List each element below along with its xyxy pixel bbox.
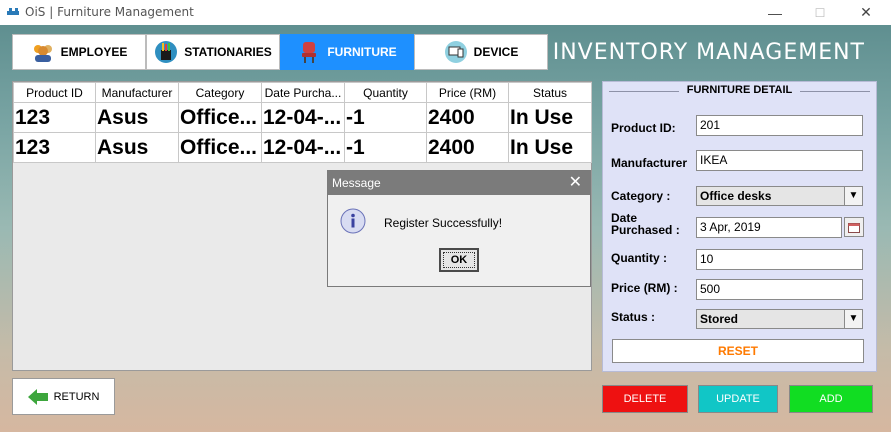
category-select[interactable]: Office desks ▼ [696, 186, 863, 206]
table-row[interactable]: 123 Asus Office... 12-04-... -1 2400 In … [13, 132, 592, 163]
table-cell[interactable]: In Use [508, 132, 592, 163]
table-cell[interactable]: In Use [508, 102, 592, 133]
return-button[interactable]: RETURN [12, 378, 115, 415]
table-header-row: Product ID Manufacturer Category Date Pu… [13, 82, 592, 103]
quantity-label: Quantity : [611, 251, 667, 265]
app-icon [7, 8, 19, 15]
minimize-button[interactable]: — [752, 0, 798, 25]
column-header[interactable]: Product ID [13, 82, 96, 103]
furniture-icon [302, 42, 317, 63]
tab-furniture-label: FURNITURE [327, 45, 397, 59]
category-value: Office desks [700, 189, 772, 203]
column-header[interactable]: Quantity [344, 82, 427, 103]
table-cell[interactable]: Office... [178, 102, 262, 133]
status-select[interactable]: Stored ▼ [696, 309, 863, 329]
employee-icon [33, 45, 52, 62]
table-cell[interactable]: 2400 [426, 132, 509, 163]
window-title: OiS | Furniture Management [25, 5, 194, 19]
table-cell[interactable]: Asus [95, 102, 179, 133]
back-arrow-icon [27, 388, 48, 405]
chevron-down-icon[interactable]: ▼ [844, 187, 862, 205]
dialog-title: Message [332, 176, 381, 190]
add-button[interactable]: ADD [789, 385, 873, 413]
table-cell[interactable]: 12-04-... [261, 132, 345, 163]
return-label: RETURN [53, 390, 100, 403]
update-button[interactable]: UPDATE [698, 385, 778, 413]
tab-furniture[interactable]: FURNITURE [280, 34, 414, 70]
table-cell[interactable]: Asus [95, 132, 179, 163]
dialog-title-bar: Message ✕ [328, 171, 590, 195]
tab-employee-label: EMPLOYEE [60, 45, 128, 59]
quantity-field[interactable]: 10 [696, 249, 863, 270]
tab-employee[interactable]: EMPLOYEE [12, 34, 146, 70]
tab-device-label: DEVICE [473, 45, 519, 59]
furniture-detail-panel: FURNITURE DETAIL Product ID: 201 Manufac… [602, 81, 877, 372]
status-label: Status : [611, 310, 656, 324]
table-cell[interactable]: 2400 [426, 102, 509, 133]
product-id-label: Product ID: [611, 121, 676, 135]
ok-button[interactable]: OK [439, 248, 479, 272]
price-label: Price (RM) : [611, 281, 678, 295]
stationaries-icon [155, 41, 178, 63]
dialog-message: Register Successfully! [384, 216, 503, 230]
table-cell[interactable]: 123 [13, 102, 96, 133]
info-icon [340, 208, 366, 234]
table-cell[interactable]: 12-04-... [261, 102, 345, 133]
table-row[interactable]: 123 Asus Office... 12-04-... -1 2400 In … [13, 102, 592, 133]
calendar-button[interactable] [844, 217, 864, 237]
title-bar: OiS | Furniture Management — ☐ ✕ [0, 0, 891, 25]
message-dialog: Message ✕ Register Successfully! OK [327, 170, 591, 287]
table-cell[interactable]: 123 [13, 132, 96, 163]
close-button[interactable]: ✕ [843, 0, 889, 25]
table-cell[interactable]: -1 [344, 102, 427, 133]
table-cell[interactable]: Office... [178, 132, 262, 163]
dialog-close-icon[interactable]: ✕ [569, 171, 582, 195]
category-label: Category : [611, 189, 671, 203]
manufacturer-field[interactable]: IKEA [696, 150, 863, 171]
table-cell[interactable]: -1 [344, 132, 427, 163]
manufacturer-label: Manufacturer [611, 156, 688, 170]
device-icon [444, 41, 467, 63]
tab-device[interactable]: DEVICE [414, 34, 548, 70]
product-id-field[interactable]: 201 [696, 115, 863, 136]
category-tabs: EMPLOYEE STATIONARIES FURNITURE DEVICE [12, 34, 548, 70]
status-value: Stored [700, 312, 739, 326]
price-field[interactable]: 500 [696, 279, 863, 300]
chevron-down-icon[interactable]: ▼ [844, 310, 862, 328]
furniture-table: Product ID Manufacturer Category Date Pu… [13, 82, 592, 163]
tab-stationaries-label: STATIONARIES [184, 45, 272, 59]
maximize-button[interactable]: ☐ [797, 0, 843, 25]
date-label-line2: Purchased : [611, 223, 680, 237]
calendar-icon [848, 222, 860, 233]
page-title: INVENTORY MANAGEMENT [552, 40, 865, 65]
reset-button[interactable]: RESET [612, 339, 864, 363]
column-header[interactable]: Manufacturer [95, 82, 179, 103]
column-header[interactable]: Price (RM) [426, 82, 509, 103]
date-purchased-field[interactable]: 3 Apr, 2019 [696, 217, 842, 238]
column-header[interactable]: Category [178, 82, 262, 103]
detail-heading: FURNITURE DETAIL [686, 84, 793, 96]
tab-stationaries[interactable]: STATIONARIES [146, 34, 280, 70]
column-header[interactable]: Date Purcha... [261, 82, 345, 103]
column-header[interactable]: Status [508, 82, 592, 103]
delete-button[interactable]: DELETE [602, 385, 688, 413]
